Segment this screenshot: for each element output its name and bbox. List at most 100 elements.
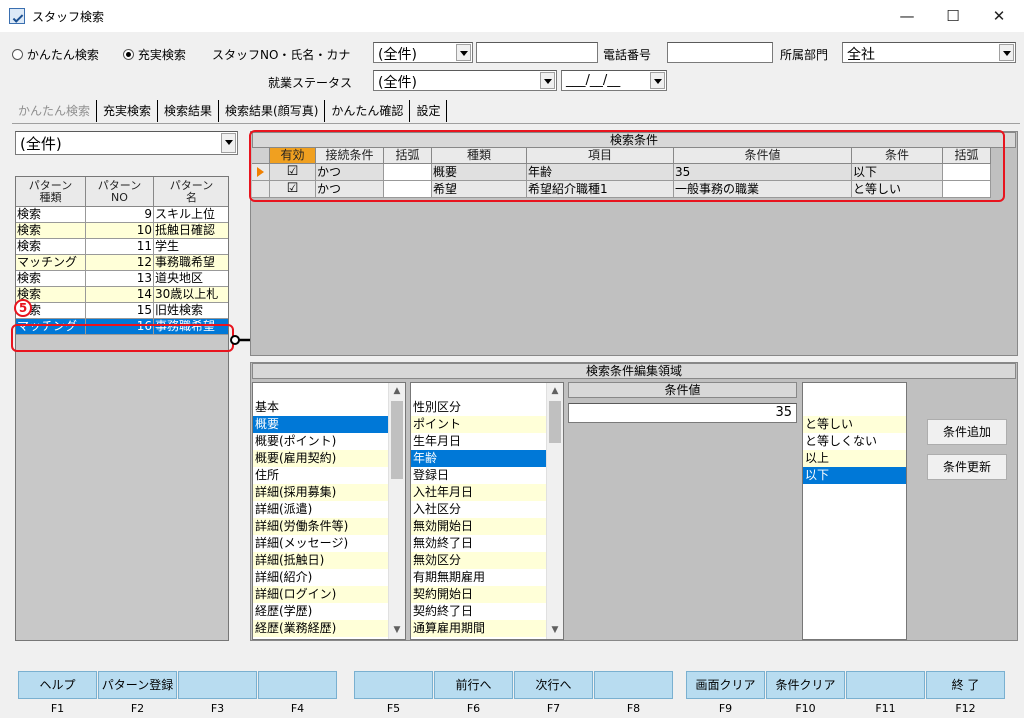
kind-list-item[interactable]: 詳細(ログイン) <box>253 586 389 603</box>
cond-list-item[interactable]: と等しくない <box>803 433 906 450</box>
fkey-number-label: F4 <box>290 702 305 715</box>
radio-full-icon[interactable] <box>123 49 134 60</box>
fkey-number-label: F2 <box>130 702 145 715</box>
kind-list-item[interactable]: 概要(ポイント) <box>253 433 389 450</box>
item-list-item[interactable]: 無効区分 <box>411 552 547 569</box>
kind-list-item[interactable]: 経歴(学歴) <box>253 603 389 620</box>
pattern-row[interactable]: マッチング 12 事務職希望 <box>16 255 228 271</box>
chevron-down-icon[interactable] <box>999 44 1014 61</box>
fkey-f8-button[interactable] <box>594 671 673 699</box>
kind-list-item[interactable]: 詳細(採用募集) <box>253 484 389 501</box>
chevron-down-icon[interactable] <box>650 72 665 89</box>
item-list-item[interactable]: 有期無期雇用 <box>411 569 547 586</box>
item-list-item[interactable]: 通算雇用期間 <box>411 620 547 637</box>
pattern-filter-combo[interactable]: (全件) <box>15 131 238 155</box>
tab-simple-confirm[interactable]: かんたん確認 <box>325 100 411 122</box>
update-condition-button[interactable]: 条件更新 <box>927 454 1007 480</box>
tab-full-search[interactable]: 充実検索 <box>97 100 159 122</box>
kind-list-item[interactable]: 詳細(メッセージ) <box>253 535 389 552</box>
add-condition-button[interactable]: 条件追加 <box>927 419 1007 445</box>
pattern-row[interactable]: 検索 14 30歳以上札 <box>16 287 228 303</box>
staff-combo[interactable]: (全件) <box>373 42 473 63</box>
pattern-row[interactable]: 検索 10 抵触日確認 <box>16 223 228 239</box>
staff-text-input[interactable] <box>476 42 598 63</box>
phone-input[interactable] <box>667 42 773 63</box>
maximize-button[interactable]: ☐ <box>930 0 976 32</box>
radio-simple-icon[interactable] <box>12 49 23 60</box>
fkey-f2-button[interactable]: パターン登録 <box>98 671 177 699</box>
item-list-item[interactable]: 無効終了日 <box>411 535 547 552</box>
fkey-f10-button[interactable]: 条件クリア <box>766 671 845 699</box>
scroll-up-icon[interactable]: ▲ <box>389 383 405 400</box>
item-list-item[interactable]: 無効開始日 <box>411 518 547 535</box>
item-list[interactable]: 性別区分 ポイント 生年月日 年齢 登録日 入社年月日 入社区分 無効開始日 無効終了日 無効区分… <box>410 382 564 640</box>
item-list-item[interactable]: 生年月日 <box>411 433 547 450</box>
scroll-down-icon[interactable]: ▼ <box>547 622 563 639</box>
item-list-item[interactable]: 性別区分 <box>411 399 547 416</box>
tab-settings[interactable]: 設定 <box>410 100 448 122</box>
fkey-f7-button[interactable]: 次行へ <box>514 671 593 699</box>
scroll-down-icon[interactable]: ▼ <box>389 622 405 639</box>
fkey-f6-button[interactable]: 前行へ <box>434 671 513 699</box>
pattern-header-type: パターン 種類 <box>16 177 86 207</box>
kind-list-item[interactable]: 詳細(紹介) <box>253 569 389 586</box>
pattern-row[interactable]: 検索15旧姓検索 <box>16 303 228 319</box>
cond-list[interactable]: と等しい と等しくない 以上 以下 <box>802 382 907 640</box>
fkey-number-label: F7 <box>546 702 561 715</box>
pattern-cell-name: 抵触日確認 <box>154 223 228 239</box>
item-scrollbar[interactable]: ▲ ▼ <box>546 383 563 639</box>
fkey-f9-button[interactable]: 画面クリア <box>686 671 765 699</box>
date-input[interactable]: ___/__/__ <box>561 70 667 91</box>
item-list-item[interactable]: 年齢 <box>411 450 547 467</box>
radio-full-search[interactable]: 充実検索 <box>123 46 186 63</box>
tab-simple-search[interactable]: かんたん検索 <box>12 100 98 122</box>
tab-results[interactable]: 検索結果 <box>158 100 220 122</box>
scroll-up-icon[interactable]: ▲ <box>547 383 563 400</box>
kind-list-item[interactable]: 詳細(抵触日) <box>253 552 389 569</box>
fkey-f1-button[interactable]: ヘルプ <box>18 671 97 699</box>
scroll-thumb[interactable] <box>549 401 561 443</box>
dept-combo-value: 全社 <box>847 47 875 63</box>
chevron-down-icon[interactable] <box>221 133 236 153</box>
scroll-thumb[interactable] <box>391 401 403 479</box>
item-list-item[interactable]: 契約終了日 <box>411 603 547 620</box>
kind-list-item[interactable]: 住所 <box>253 467 389 484</box>
fkey-f12-button[interactable]: 終 了 <box>926 671 1005 699</box>
cond-list-item[interactable] <box>803 399 906 416</box>
pattern-row[interactable]: 検索 11 学生 <box>16 239 228 255</box>
pattern-row[interactable]: 検索 9 スキル上位 <box>16 207 228 223</box>
fkey-f3-button[interactable] <box>178 671 257 699</box>
kind-list-item[interactable]: 詳細(労働条件等) <box>253 518 389 535</box>
status-combo[interactable]: (全件) <box>373 70 557 91</box>
close-button[interactable]: ✕ <box>976 0 1022 32</box>
radio-simple-search[interactable]: かんたん検索 <box>12 46 99 63</box>
tab-results-photo[interactable]: 検索結果(顔写真) <box>219 100 326 122</box>
cond-list-item[interactable]: と等しい <box>803 416 906 433</box>
pattern-cell-no: 13 <box>86 271 154 287</box>
fkey-f5-button[interactable] <box>354 671 433 699</box>
chevron-down-icon[interactable] <box>456 44 471 61</box>
minimize-button[interactable]: — <box>884 0 930 32</box>
condition-value-input[interactable]: 35 <box>568 403 797 423</box>
pattern-cell-name: 道央地区 <box>154 271 228 287</box>
pattern-row[interactable]: 検索 13 道央地区 <box>16 271 228 287</box>
fkey-f11-button[interactable] <box>846 671 925 699</box>
item-list-item[interactable]: 入社年月日 <box>411 484 547 501</box>
item-list-item[interactable]: 契約開始日 <box>411 586 547 603</box>
item-list-item[interactable]: 登録日 <box>411 467 547 484</box>
dept-combo[interactable]: 全社 <box>842 42 1016 63</box>
item-list-item[interactable]: ポイント <box>411 416 547 433</box>
kind-list-item[interactable]: 概要(雇用契約) <box>253 450 389 467</box>
chevron-down-icon[interactable] <box>540 72 555 89</box>
fkey-f4-button[interactable] <box>258 671 337 699</box>
kind-list-item[interactable]: 詳細(派遣) <box>253 501 389 518</box>
kind-list-item[interactable]: 経歴(業務経歴) <box>253 620 389 637</box>
kind-scrollbar[interactable]: ▲ ▼ <box>388 383 405 639</box>
kind-list-item[interactable]: 概要 <box>253 416 389 433</box>
cond-list-item[interactable]: 以下 <box>803 467 906 484</box>
item-list-item[interactable]: 入社区分 <box>411 501 547 518</box>
kind-list[interactable]: 基本 概要 概要(ポイント) 概要(雇用契約) 住所 詳細(採用募集) 詳細(派遣) 詳細(労… <box>252 382 406 640</box>
pattern-cell-name: 30歳以上札 <box>154 287 228 303</box>
kind-list-item[interactable]: 基本 <box>253 399 389 416</box>
cond-list-item[interactable]: 以上 <box>803 450 906 467</box>
